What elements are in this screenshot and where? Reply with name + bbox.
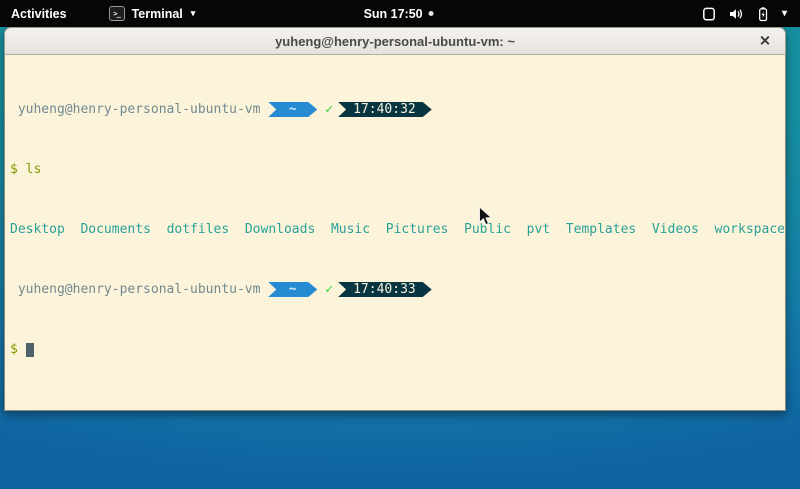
battery-charging-icon: [755, 6, 771, 22]
terminal-window: yuheng@henry-personal-ubuntu-vm: ~ ✕ yuh…: [4, 27, 786, 411]
mouse-cursor: [478, 206, 493, 227]
ls-entry: dotfiles: [167, 222, 230, 237]
check-icon: ✓: [325, 282, 333, 297]
ls-entry: Music: [331, 222, 370, 237]
prompt-line-1: yuheng@henry-personal-ubuntu-vm ~ ✓ 17:4…: [10, 102, 785, 117]
top-bar: Activities >_ Terminal ▾ Sun 17:50: [0, 0, 800, 27]
ls-entry: Videos: [652, 222, 699, 237]
activities-button[interactable]: Activities: [2, 0, 76, 27]
screen-icon: [701, 6, 717, 22]
app-menu-terminal[interactable]: >_ Terminal ▾: [100, 0, 205, 27]
prompt-symbol: $: [10, 162, 18, 177]
time-segment: 17:40:32: [338, 102, 432, 117]
clock-button[interactable]: Sun 17:50: [364, 0, 434, 27]
system-status-area[interactable]: ▾: [688, 0, 800, 27]
command-text: ls: [26, 162, 42, 177]
prompt-symbol: $: [10, 342, 18, 357]
volume-icon: [728, 6, 744, 22]
ls-entry: Desktop: [10, 222, 65, 237]
ls-output: Desktop Documents dotfiles Downloads Mus…: [10, 222, 785, 237]
cwd-segment: ~: [268, 282, 317, 297]
window-titlebar[interactable]: yuheng@henry-personal-ubuntu-vm: ~ ✕: [4, 27, 786, 55]
user-host-text: yuheng@henry-personal-ubuntu-vm: [10, 282, 268, 297]
ls-entry: Documents: [80, 222, 150, 237]
cwd-segment: ~: [268, 102, 317, 117]
notification-dot-icon: [429, 11, 434, 16]
terminal-icon: >_: [109, 6, 125, 21]
check-icon: ✓: [325, 102, 333, 117]
ls-entry: pvt: [527, 222, 550, 237]
command-line: $ ls: [10, 162, 785, 177]
time-segment: 17:40:33: [338, 282, 432, 297]
user-host-text: yuheng@henry-personal-ubuntu-vm: [10, 102, 268, 117]
chevron-down-icon: ▾: [191, 8, 196, 19]
input-line: $: [10, 342, 785, 357]
ls-entry: workspace: [715, 222, 785, 237]
close-button[interactable]: ✕: [756, 32, 774, 50]
app-menu-label: Terminal: [132, 7, 183, 21]
ls-entry: Downloads: [245, 222, 315, 237]
terminal-screen[interactable]: yuheng@henry-personal-ubuntu-vm ~ ✓ 17:4…: [4, 55, 786, 411]
chevron-down-icon: ▾: [782, 8, 787, 19]
window-title: yuheng@henry-personal-ubuntu-vm: ~: [275, 34, 515, 49]
ls-entry: Pictures: [386, 222, 449, 237]
clock-label: Sun 17:50: [364, 7, 423, 21]
ls-entry: Templates: [566, 222, 636, 237]
terminal-cursor: [26, 343, 34, 357]
prompt-line-2: yuheng@henry-personal-ubuntu-vm ~ ✓ 17:4…: [10, 282, 785, 297]
